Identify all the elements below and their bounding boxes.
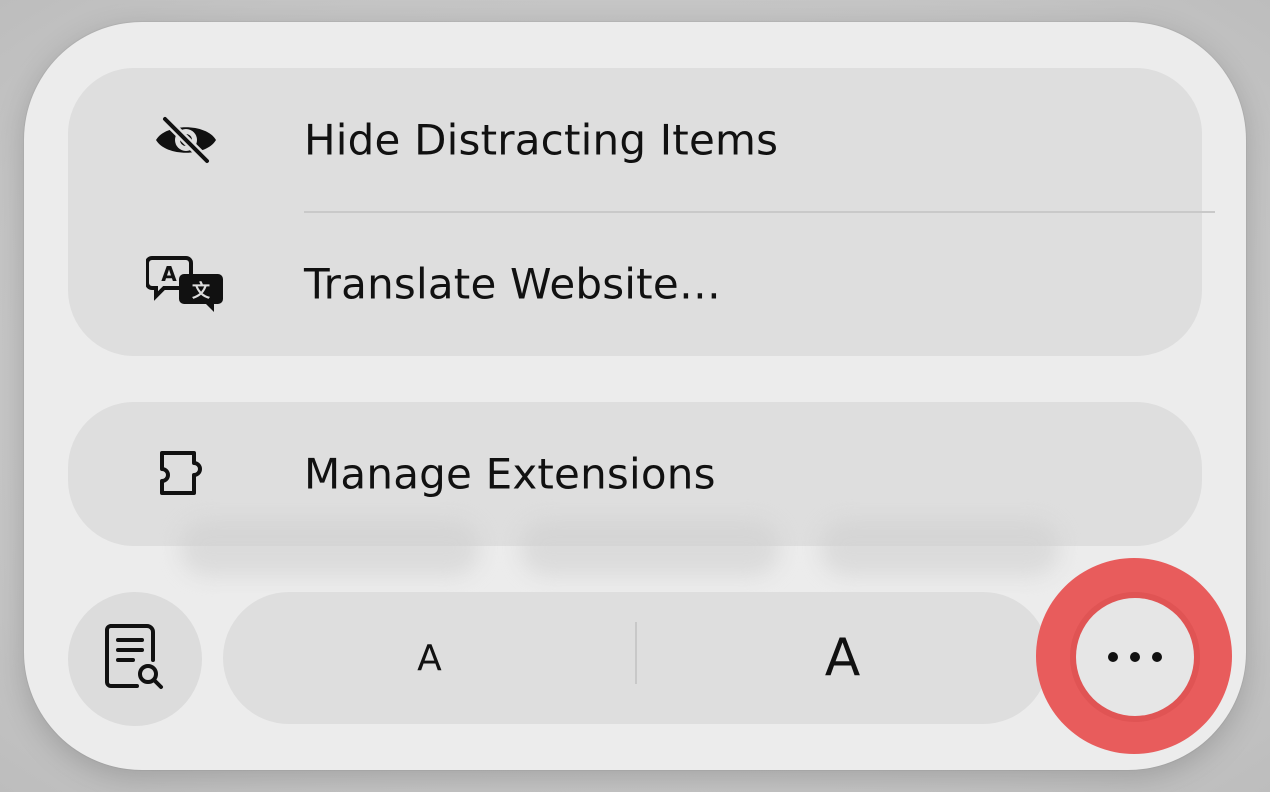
puzzle-extension-icon xyxy=(146,434,226,514)
blurred-background xyxy=(520,520,780,576)
decrease-font-size-button[interactable]: A xyxy=(223,592,636,724)
reader-view-button[interactable] xyxy=(68,592,202,726)
reader-document-search-icon xyxy=(105,622,165,696)
svg-text:A: A xyxy=(161,262,177,286)
translate-website-button[interactable]: A 文 Translate Website… xyxy=(68,212,1202,356)
font-size-control: A A xyxy=(223,592,1049,724)
hide-distracting-items-button[interactable]: Hide Distracting Items xyxy=(68,68,1202,212)
translate-website-label: Translate Website… xyxy=(304,259,722,309)
increase-font-size-button[interactable]: A xyxy=(636,592,1049,724)
menu-group-page-actions: Hide Distracting Items A 文 Translate Web… xyxy=(68,68,1215,356)
blurred-background xyxy=(180,520,480,576)
svg-text:文: 文 xyxy=(192,280,211,302)
translate-icon: A 文 xyxy=(146,244,226,324)
manage-extensions-label: Manage Extensions xyxy=(304,449,716,499)
hide-distracting-items-label: Hide Distracting Items xyxy=(304,115,779,165)
blurred-background xyxy=(820,520,1060,576)
ellipsis-icon xyxy=(1102,652,1168,662)
eye-slash-icon xyxy=(146,100,226,180)
more-options-button[interactable] xyxy=(1076,598,1194,716)
